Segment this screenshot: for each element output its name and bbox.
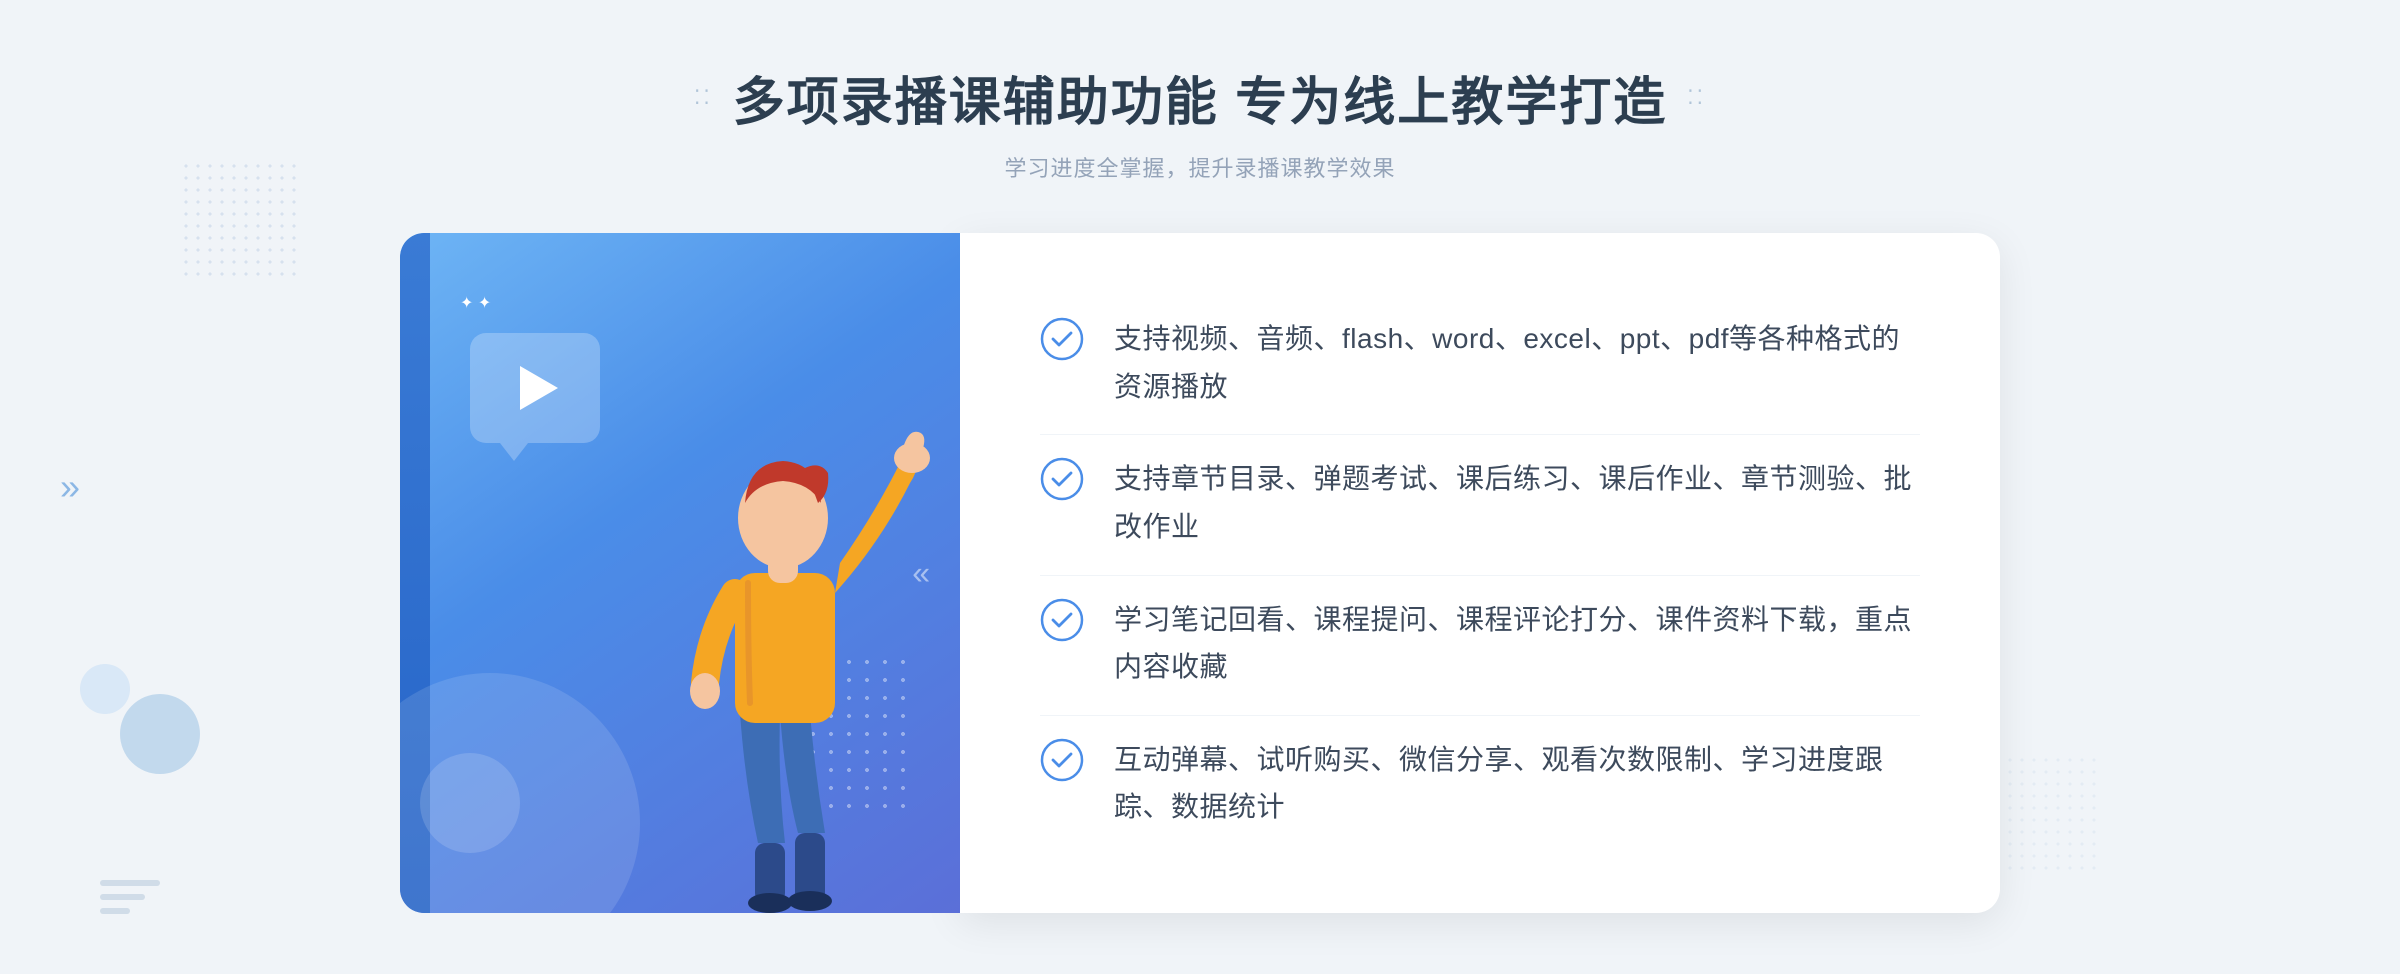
check-icon-2 (1040, 457, 1084, 501)
feature-item-3: 学习笔记回看、课程提问、课程评论打分、课件资料下载，重点内容收藏 (1040, 575, 1920, 711)
check-icon-3 (1040, 598, 1084, 642)
feature-text-3: 学习笔记回看、课程提问、课程评论打分、课件资料下载，重点内容收藏 (1114, 596, 1920, 691)
person-illustration (600, 353, 940, 913)
header-title-row: ⁚⁚ 多项录播课辅助功能 专为线上教学打造 ⁚⁚ (694, 60, 1706, 135)
dot-pattern-top-left (180, 160, 300, 280)
main-content: ✦ ✦ « (400, 233, 2000, 913)
stripe-3 (100, 908, 130, 914)
header-dots-left: ⁚⁚ (694, 85, 713, 110)
feature-item-1: 支持视频、音频、flash、word、excel、ppt、pdf等各种格式的资源… (1040, 295, 1920, 430)
chevrons-left-icon: » (60, 466, 80, 508)
check-icon-1 (1040, 317, 1084, 361)
page-container: » ⁚⁚ 多项录播课辅助功能 专为线上教学打造 ⁚⁚ 学习进度全掌握，提升录播课… (0, 0, 2400, 974)
bottom-stripes (100, 880, 160, 914)
page-title: 多项录播课辅助功能 专为线上教学打造 (733, 60, 1667, 135)
check-icon-4 (1040, 738, 1084, 782)
play-bubble (470, 333, 600, 443)
illustration-card: ✦ ✦ « (400, 233, 960, 913)
stripe-2 (100, 894, 145, 900)
feature-item-4: 互动弹幕、试听购买、微信分享、观看次数限制、学习进度跟踪、数据统计 (1040, 715, 1920, 851)
play-icon (520, 366, 558, 410)
page-subtitle: 学习进度全掌握，提升录播课教学效果 (694, 151, 1706, 183)
stars-decoration: ✦ ✦ (460, 293, 491, 313)
feature-text-4: 互动弹幕、试听购买、微信分享、观看次数限制、学习进度跟踪、数据统计 (1114, 736, 1920, 831)
feature-text-2: 支持章节目录、弹题考试、课后练习、课后作业、章节测验、批改作业 (1114, 455, 1920, 550)
deco-circle-small (420, 753, 520, 853)
small-circle-blue (120, 694, 200, 774)
feature-text-1: 支持视频、音频、flash、word、excel、ppt、pdf等各种格式的资源… (1114, 315, 1920, 410)
header-section: ⁚⁚ 多项录播课辅助功能 专为线上教学打造 ⁚⁚ 学习进度全掌握，提升录播课教学… (694, 60, 1706, 183)
features-panel: 支持视频、音频、flash、word、excel、ppt、pdf等各种格式的资源… (960, 233, 2000, 913)
small-circle-light (80, 664, 130, 714)
stripe-1 (100, 880, 160, 886)
header-dots-right: ⁚⁚ (1687, 85, 1706, 110)
feature-item-2: 支持章节目录、弹题考试、课后练习、课后作业、章节测验、批改作业 (1040, 434, 1920, 570)
